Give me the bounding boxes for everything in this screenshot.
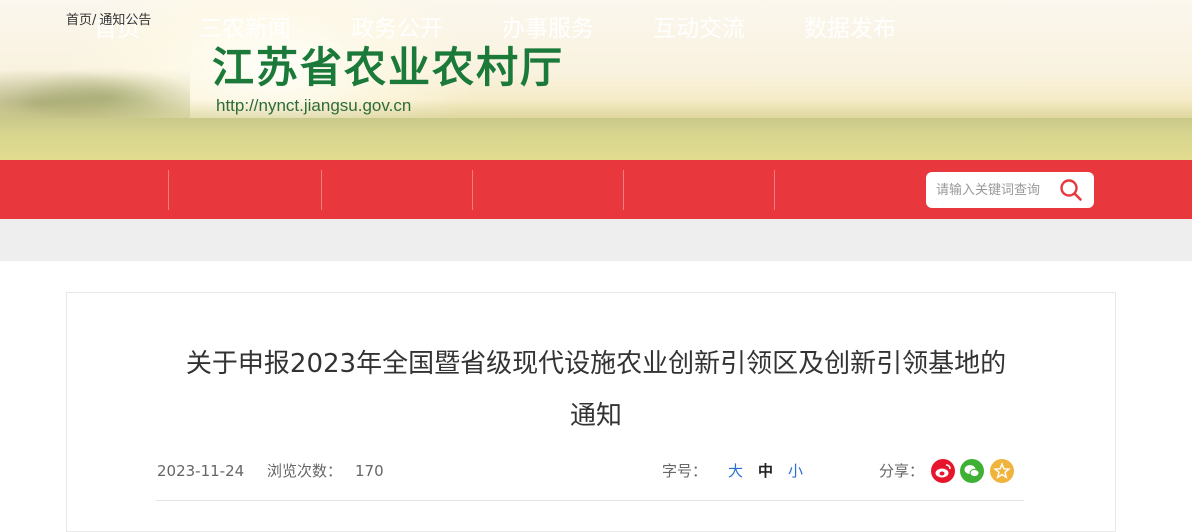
nav-item-interaction[interactable]: 互动交流	[624, 0, 774, 59]
meta-divider	[156, 500, 1024, 501]
views-count: 170	[355, 462, 384, 480]
breadcrumb-separator: /	[92, 13, 97, 28]
share-label: 分享：	[879, 462, 925, 480]
font-size-large-button[interactable]: 大	[728, 460, 743, 482]
weibo-icon[interactable]	[931, 459, 955, 483]
font-size-label: 字号：	[662, 462, 708, 480]
search-box	[926, 172, 1094, 208]
breadcrumb-bar	[0, 219, 1192, 261]
article-title-line: 关于申报2023年全国暨省级现代设施农业创新引领区及创新引领基地的	[185, 349, 1007, 379]
nav-separator	[472, 170, 473, 210]
breadcrumb: 首页/通知公告	[66, 12, 151, 30]
nav-item-gov-affairs[interactable]: 政务公开	[322, 0, 472, 59]
nav-separator	[321, 170, 322, 210]
nav-separator	[623, 170, 624, 210]
article-title-line: 通知	[569, 401, 622, 431]
views-label: 浏览次数：	[267, 462, 343, 480]
font-size-small-button[interactable]: 小	[788, 460, 803, 482]
site-url: http://nynct.jiangsu.gov.cn	[216, 96, 412, 115]
favorite-icon[interactable]	[990, 459, 1014, 483]
breadcrumb-current[interactable]: 通知公告	[99, 13, 151, 28]
banner-field	[0, 118, 1192, 160]
nav-separator	[774, 170, 775, 210]
search-input[interactable]	[936, 179, 1048, 201]
wechat-icon[interactable]	[960, 459, 984, 483]
article-date: 2023-11-24	[157, 462, 245, 480]
nav-item-services[interactable]: 办事服务	[473, 0, 623, 59]
font-size-medium-button[interactable]: 中	[758, 460, 773, 482]
search-icon[interactable]	[1058, 177, 1084, 203]
article-title: 关于申报2023年全国暨省级现代设施农业创新引领区及创新引领基地的 通知	[86, 338, 1106, 442]
nav-item-news[interactable]: 三农新闻	[169, 0, 321, 59]
nav-separator	[168, 170, 169, 210]
breadcrumb-home[interactable]: 首页	[66, 13, 92, 28]
nav-item-data[interactable]: 数据发布	[775, 0, 925, 59]
